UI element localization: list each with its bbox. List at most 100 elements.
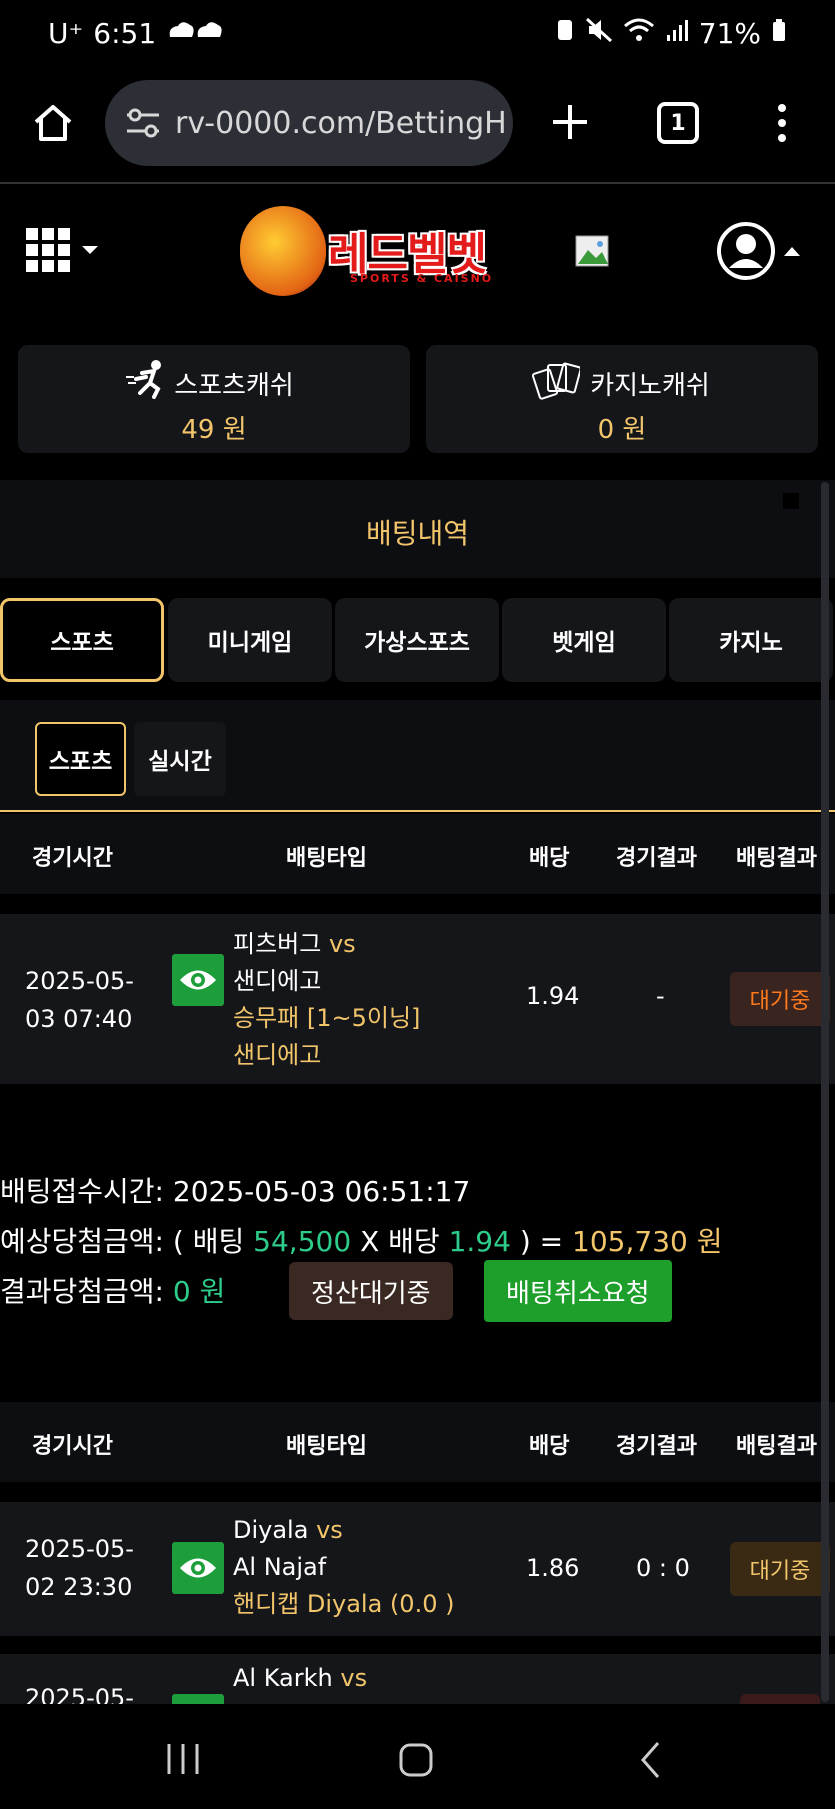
settle-pending-button[interactable]: 정산대기중 xyxy=(289,1262,453,1320)
recent-apps-icon[interactable] xyxy=(165,1742,201,1780)
home-team: Diyala xyxy=(233,1516,309,1544)
back-nav-icon[interactable] xyxy=(638,1740,662,1784)
subtab-live[interactable]: 실시간 xyxy=(134,722,226,796)
eye-icon[interactable] xyxy=(172,1542,224,1594)
bet-time: 2025-05- 02 23:30 xyxy=(25,1530,134,1606)
col-odds: 배당 xyxy=(529,1434,570,1459)
browser-toolbar: rv-0000.com/BettingH 1 xyxy=(0,66,835,184)
tab-virtual-sports[interactable]: 가상스포츠 xyxy=(335,598,499,682)
bet-summary: 배팅접수시간: 2025-05-03 06:51:17 예상당첨금액: ( 배팅… xyxy=(0,1170,835,1330)
table-header: 경기시간 배팅타입 배당 경기결과 배팅결과 xyxy=(0,814,835,894)
table-row: 2025-05- 02 23:30 Diyala vs Al Najaf 핸디캡… xyxy=(0,1502,835,1636)
subtabs-bar: 스포츠 실시간 xyxy=(0,700,835,812)
bet-detail: Diyala vs Al Najaf 핸디캡 Diyala (0.0 ) xyxy=(233,1512,454,1623)
battery-icon xyxy=(771,17,787,50)
sports-cash-card: 스포츠캐쉬 49 원 xyxy=(18,345,410,453)
bet-clock: 03 07:40 xyxy=(25,1005,133,1033)
table-header: 경기시간 배팅타입 배당 경기결과 배팅결과 xyxy=(0,1402,835,1482)
tab-switcher-button[interactable]: 1 xyxy=(657,102,699,144)
bet-detail: Al Karkh vs xyxy=(233,1664,367,1692)
tab-bet-game[interactable]: 벳게임 xyxy=(502,598,666,682)
more-menu-icon[interactable] xyxy=(772,102,792,148)
vs-label: vs xyxy=(316,1516,343,1544)
col-bet-result: 배팅결과 xyxy=(736,1434,817,1459)
bet-time: 2025-05- 03 07:40 xyxy=(25,962,134,1038)
clock: 6:51 xyxy=(93,16,157,50)
pick-label: 샌디에고 xyxy=(233,1041,322,1069)
tab-minigame[interactable]: 미니게임 xyxy=(168,598,332,682)
status-badge xyxy=(740,1694,820,1704)
close-square-icon[interactable] xyxy=(783,493,799,509)
expected-open: ( 배팅 xyxy=(172,1225,245,1258)
game-result-value: - xyxy=(656,982,665,1010)
col-time: 경기시간 xyxy=(32,1434,113,1459)
eye-icon[interactable] xyxy=(172,1694,224,1704)
sports-cash-label: 스포츠캐쉬 xyxy=(174,371,294,401)
home-team: Al Karkh xyxy=(233,1664,333,1692)
home-team: 피츠버그 xyxy=(233,930,322,958)
signal-icon xyxy=(665,17,689,50)
payout-amount: 105,730 원 xyxy=(572,1225,723,1258)
grid-menu-icon[interactable] xyxy=(24,226,104,280)
wifi-icon xyxy=(623,17,655,50)
col-bet-result: 배팅결과 xyxy=(736,846,817,871)
received-time: 2025-05-03 06:51:17 xyxy=(172,1175,471,1208)
col-game-result: 경기결과 xyxy=(616,1434,697,1459)
status-badge: 대기중 xyxy=(730,1542,830,1596)
scrollbar[interactable] xyxy=(821,482,829,1702)
site-settings-icon[interactable] xyxy=(125,106,161,148)
logo-mascot xyxy=(240,206,326,296)
bet-date: 2025-05- xyxy=(25,1535,134,1563)
category-tabs: 스포츠 미니게임 가상스포츠 벳게임 카지노 xyxy=(0,598,835,682)
broken-image-icon xyxy=(574,234,610,272)
cloud-icon xyxy=(166,17,226,50)
logo-subtitle: SPORTS & CAISNO xyxy=(350,272,494,285)
received-time-line: 배팅접수시간: 2025-05-03 06:51:17 xyxy=(0,1170,470,1210)
bet-clock: 02 23:30 xyxy=(25,1573,133,1601)
table-row: 2025-05- 03 07:40 피츠버그 vs 샌디에고 승무패 [1~5이… xyxy=(0,914,835,1084)
col-time: 경기시간 xyxy=(32,846,113,871)
result-amount: 0 원 xyxy=(172,1275,226,1308)
bet-detail: 피츠버그 vs 샌디에고 승무패 [1~5이닝] 샌디에고 xyxy=(233,926,420,1074)
col-bet-type: 배팅타입 xyxy=(286,846,367,871)
tab-count: 1 xyxy=(670,110,686,136)
eye-icon[interactable] xyxy=(172,954,224,1006)
equals-label: ) = xyxy=(519,1225,564,1258)
home-nav-icon[interactable] xyxy=(398,1742,434,1782)
home-icon[interactable] xyxy=(32,102,74,148)
subtab-sports[interactable]: 스포츠 xyxy=(35,722,126,796)
col-bet-type: 배팅타입 xyxy=(286,1434,367,1459)
col-game-result: 경기결과 xyxy=(616,846,697,871)
away-team: Al Najaf xyxy=(233,1553,327,1581)
vs-label: vs xyxy=(328,930,356,958)
status-bar: U⁺ 6:51 71% xyxy=(0,0,835,66)
market-label: 핸디캡 Diyala (0.0 ) xyxy=(233,1590,455,1618)
site-logo[interactable]: 레드벨벳 SPORTS & CAISNO xyxy=(240,206,508,296)
url-bar[interactable]: rv-0000.com/BettingH xyxy=(105,80,513,166)
odds-value: 1.94 xyxy=(526,982,580,1010)
system-nav-bar xyxy=(0,1704,835,1809)
away-team: 샌디에고 xyxy=(233,967,322,995)
expected-label: 예상당첨금액: xyxy=(0,1225,164,1258)
battery-level: 71% xyxy=(698,16,761,50)
result-payout-line: 결과당첨금액: 0 원 xyxy=(0,1270,225,1310)
stake-amount: 54,500 xyxy=(253,1225,352,1258)
expected-payout-line: 예상당첨금액: ( 배팅 54,500 X 배당 1.94 ) = 105,73… xyxy=(0,1220,722,1260)
status-badge: 대기중 xyxy=(730,972,830,1026)
mute-icon xyxy=(585,17,613,50)
expected-odds: 1.94 xyxy=(448,1225,511,1258)
times-label: X 배당 xyxy=(360,1225,440,1258)
user-account-icon[interactable] xyxy=(716,220,806,286)
tab-casino[interactable]: 카지노 xyxy=(669,598,833,682)
bet-date: 2025-05- xyxy=(25,1684,134,1704)
carrier-label: U⁺ xyxy=(48,16,84,50)
site-header: 레드벨벳 SPORTS & CAISNO xyxy=(0,186,835,316)
new-tab-icon[interactable] xyxy=(550,102,590,146)
casino-cash-label: 카지노캐쉬 xyxy=(590,371,710,401)
casino-cash-card: 카지노캐쉬 0 원 xyxy=(426,345,818,453)
cancel-bet-button[interactable]: 배팅취소요청 xyxy=(484,1260,672,1322)
tab-sports[interactable]: 스포츠 xyxy=(0,598,164,682)
url-text: rv-0000.com/BettingH xyxy=(175,105,507,141)
col-odds: 배당 xyxy=(529,846,570,871)
casino-cash-amount: 0 원 xyxy=(597,415,647,445)
